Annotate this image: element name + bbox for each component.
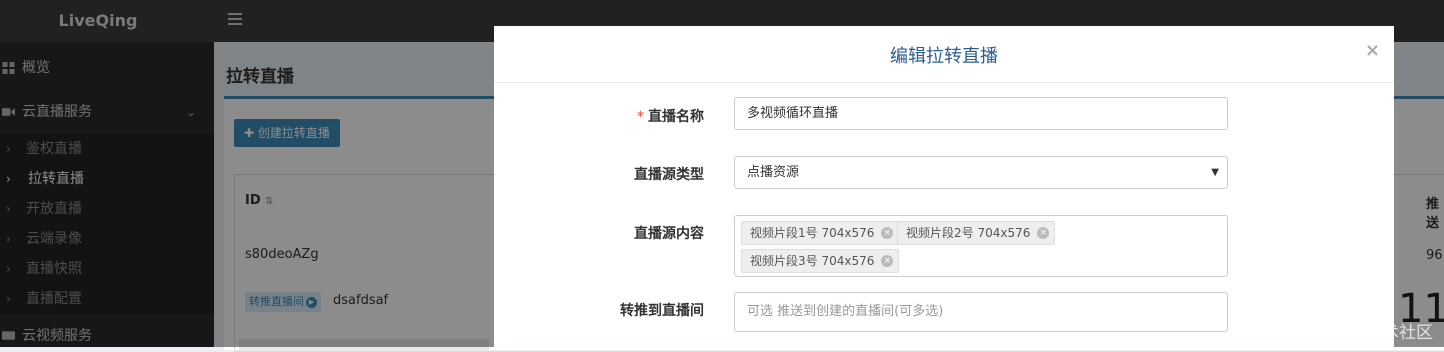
live-name-input[interactable]: 多视频循环直播 bbox=[734, 97, 1228, 130]
source-tag: 视频片段1号 704x576 × bbox=[741, 221, 900, 245]
required-mark: * bbox=[637, 109, 644, 125]
tag-label: 视频片段1号 704x576 bbox=[750, 226, 875, 240]
remove-tag-icon[interactable]: × bbox=[881, 255, 894, 267]
source-tag: 视频片段3号 704x576 × bbox=[741, 249, 900, 273]
tag-label: 视频片段2号 704x576 bbox=[906, 226, 1031, 240]
source-type-label: 直播源类型 bbox=[634, 167, 704, 183]
caret-down-icon: ▼ bbox=[1211, 167, 1219, 178]
push-room-label: 转推到直播间 bbox=[620, 303, 704, 319]
remove-tag-icon[interactable]: × bbox=[1037, 227, 1050, 239]
modal-header: 编辑拉转直播 × bbox=[494, 26, 1394, 83]
placeholder-text: 可选 推送到创建的直播间(可多选) bbox=[747, 304, 944, 319]
modal-title: 编辑拉转直播 bbox=[890, 46, 998, 67]
tag-label: 视频片段3号 704x576 bbox=[750, 254, 875, 268]
label-text: 直播名称 bbox=[648, 109, 704, 125]
overlay-number: 11 bbox=[1398, 286, 1444, 332]
source-tag: 视频片段2号 704x576 × bbox=[897, 221, 1056, 245]
remove-tag-icon[interactable]: × bbox=[881, 227, 894, 239]
live-name-label: * 直播名称 bbox=[494, 106, 704, 126]
source-content-multiselect[interactable]: 视频片段1号 704x576 × 视频片段2号 704x576 × 视频片段3号… bbox=[734, 215, 1228, 277]
push-room-input[interactable]: 可选 推送到创建的直播间(可多选) bbox=[734, 292, 1228, 332]
selected-value: 点播资源 bbox=[747, 165, 800, 180]
close-icon[interactable]: × bbox=[1365, 40, 1380, 61]
edit-pull-live-modal: 编辑拉转直播 × * 直播名称 多视频循环直播 直播源类型 点播资源 ▼ 直播源内… bbox=[494, 26, 1394, 347]
source-content-label: 直播源内容 bbox=[634, 226, 704, 242]
source-type-select[interactable]: 点播资源 ▼ bbox=[734, 156, 1228, 189]
